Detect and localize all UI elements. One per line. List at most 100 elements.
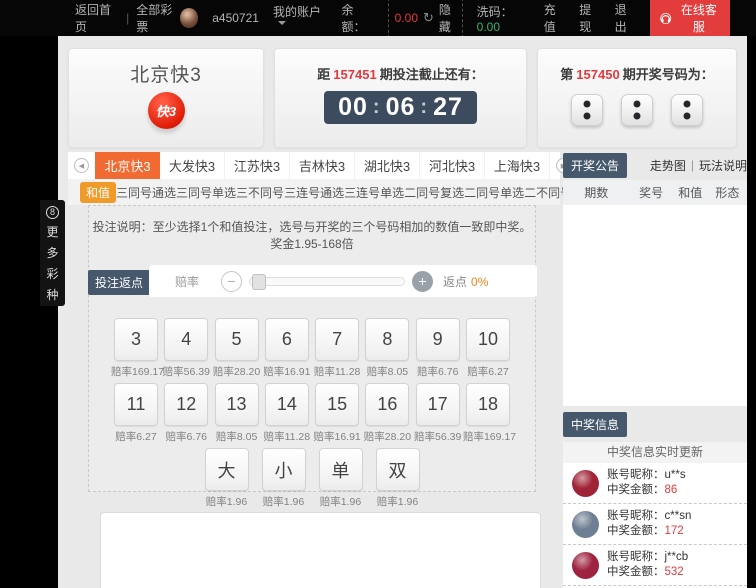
winner-amount: 中奖金额：86 xyxy=(607,483,686,498)
bet-odds: 赔率1.96 xyxy=(373,494,423,509)
bet-type-三同号通选[interactable]: 三同号通选 xyxy=(116,184,176,201)
clock-colon xyxy=(415,96,433,119)
trend-chart-link[interactable]: 走势图 xyxy=(650,157,686,174)
bet-cell-18[interactable]: 18 xyxy=(466,383,510,426)
rebate-slider-handle[interactable] xyxy=(252,274,266,290)
bet-cell-8[interactable]: 8 xyxy=(365,318,409,361)
bet-cell-16[interactable]: 16 xyxy=(365,383,409,426)
bet-option: 17 赔率56.39 xyxy=(413,383,463,444)
topbar-nav: 返回首页 | 全部彩票 xyxy=(75,1,180,35)
home-link[interactable]: 返回首页 xyxy=(75,1,119,35)
bet-type-menu: 和值三同号通选三同号单选三不同号三连号通选三连号单选二同号复选二同号单选二不同号 xyxy=(68,179,560,205)
tab-湖北快3[interactable]: 湖北快3 xyxy=(355,152,420,179)
rebate-badge: 投注返点 xyxy=(88,270,150,295)
links-divider xyxy=(686,158,699,172)
tab-北京快3[interactable]: 北京快3 xyxy=(95,152,160,179)
draw-announcement-button[interactable]: 开奖公告 xyxy=(563,153,627,178)
more-lottery-tab[interactable]: 8 更多彩种 xyxy=(40,200,65,306)
drawn-issue-number: 157450 xyxy=(573,67,622,82)
winner-nickname: 账号昵称：c**sn xyxy=(607,509,691,524)
bet-cell-3[interactable]: 3 xyxy=(114,318,158,361)
play-rules-link[interactable]: 玩法说明 xyxy=(699,157,747,174)
bet-cell-17[interactable]: 17 xyxy=(416,383,460,426)
tabs-scroll-left-icon[interactable]: ◀ xyxy=(74,158,89,173)
bet-cell-7[interactable]: 7 xyxy=(315,318,359,361)
more-lottery-label: 更多彩种 xyxy=(46,222,58,306)
lottery-ball-icon: 8 xyxy=(46,206,59,219)
bet-cell-单[interactable]: 单 xyxy=(319,448,363,491)
turnover-value: 0.00 xyxy=(477,20,500,34)
withdraw-link[interactable]: 提现 xyxy=(579,1,600,35)
bet-cell-15[interactable]: 15 xyxy=(315,383,359,426)
bet-odds: 赔率1.96 xyxy=(202,494,252,509)
bet-cell-10[interactable]: 10 xyxy=(466,318,510,361)
bet-option: 15赔率16.91 xyxy=(312,383,362,444)
bet-type-三连号单选[interactable]: 三连号单选 xyxy=(344,184,404,201)
bet-type-三不同号[interactable]: 三不同号 xyxy=(236,184,284,201)
rebate-slider-track[interactable] xyxy=(249,277,405,286)
username: a450721 xyxy=(212,11,259,25)
bet-odds: 赔率56.39 xyxy=(413,429,463,444)
recharge-link[interactable]: 充值 xyxy=(544,1,565,35)
bet-option: 5赔率28.20 xyxy=(212,318,262,379)
all-lottery-link[interactable]: 全部彩票 xyxy=(136,1,180,35)
bet-cell-6[interactable]: 6 xyxy=(265,318,309,361)
balance-group: 余额： xyxy=(341,1,373,35)
more-lottery-char: 更 xyxy=(46,222,58,243)
tab-河北快3[interactable]: 河北快3 xyxy=(420,152,485,179)
bet-cell-12[interactable]: 12 xyxy=(164,383,208,426)
bet-cell-11[interactable]: 11 xyxy=(114,383,158,426)
rebate-slider-bar: 赔率 − + 返点0% xyxy=(149,265,537,297)
bet-cell-13[interactable]: 13 xyxy=(215,383,259,426)
bet-grid-row: 11赔率6.2712赔率6.7613赔率8.0514赔率11.2815赔率16.… xyxy=(111,383,513,444)
rebate-minus-button[interactable]: − xyxy=(221,271,242,292)
bet-cell-14[interactable]: 14 xyxy=(265,383,309,426)
results-table-body xyxy=(563,205,747,406)
results-column-header: 和值 xyxy=(673,184,708,201)
bet-option: 9 赔率6.76 xyxy=(413,318,463,379)
header-panels: 北京快3 快3 距157451期投注截止还有： 000627 第157450期开… xyxy=(68,48,737,148)
rebate-plus-button[interactable]: + xyxy=(412,271,433,292)
game-info-panel: 北京快3 快3 xyxy=(68,48,264,148)
bet-cell-小[interactable]: 小 xyxy=(262,448,306,491)
game-tabs: 北京快3大发快3江苏快3吉林快3湖北快3河北快3上海快3 xyxy=(95,152,550,179)
die-dot xyxy=(584,100,591,107)
bet-type-二同号单选[interactable]: 二同号单选 xyxy=(464,184,524,201)
bet-type-三连号通选[interactable]: 三连号通选 xyxy=(284,184,344,201)
winner-nickname: 账号昵称：j**cb xyxy=(607,550,688,565)
sidebar: 开奖公告 走势图 玩法说明 期数奖号和值形态 中奖信息 中奖信息实时更新 账号昵… xyxy=(563,152,747,588)
user-avatar[interactable] xyxy=(180,8,198,28)
bet-cell-双[interactable]: 双 xyxy=(376,448,420,491)
bet-type-二同号复选[interactable]: 二同号复选 xyxy=(404,184,464,201)
bet-cell-9[interactable]: 9 xyxy=(416,318,460,361)
online-service-button[interactable]: 在线客服 xyxy=(650,0,730,39)
bet-cell-5[interactable]: 5 xyxy=(215,318,259,361)
tab-吉林快3[interactable]: 吉林快3 xyxy=(290,152,355,179)
bet-option: 大赔率1.96 xyxy=(202,448,252,509)
bet-odds: 赔率11.28 xyxy=(262,429,312,444)
my-account-menu[interactable]: 我的账户 xyxy=(273,3,328,34)
bet-type-三同号单选[interactable]: 三同号单选 xyxy=(176,184,236,201)
tab-大发快3[interactable]: 大发快3 xyxy=(160,152,225,179)
refresh-icon[interactable]: ↻ xyxy=(423,10,434,26)
bet-odds: 赔率8.05 xyxy=(362,364,412,379)
tab-上海快3[interactable]: 上海快3 xyxy=(485,152,550,179)
betting-area: 投注说明：至少选择1个和值投注，选号与开奖的三个号码相加的数值一致即中奖。奖金1… xyxy=(88,205,536,492)
balance-label: 余额： xyxy=(341,3,365,34)
logout-link[interactable]: 退出 xyxy=(615,1,636,35)
tab-江苏快3[interactable]: 江苏快3 xyxy=(225,152,290,179)
winner-avatar xyxy=(572,470,599,497)
bet-option: 11赔率6.27 xyxy=(111,383,161,444)
bet-cell-大[interactable]: 大 xyxy=(205,448,249,491)
bet-odds: 赔率6.76 xyxy=(413,364,463,379)
page-title: 北京快3 xyxy=(130,60,202,87)
bet-slip-box xyxy=(100,512,541,588)
bet-option: 12赔率6.76 xyxy=(161,383,211,444)
bet-cell-4[interactable]: 4 xyxy=(164,318,208,361)
bet-type-和值[interactable]: 和值 xyxy=(80,182,116,203)
countdown-panel: 距157451期投注截止还有： 000627 xyxy=(274,48,527,148)
bet-option: 单赔率1.96 xyxy=(316,448,366,509)
game-logo-icon: 快3 xyxy=(148,92,185,129)
hide-balance-button[interactable]: 隐藏 xyxy=(439,1,456,35)
die-face-2 xyxy=(621,94,653,126)
